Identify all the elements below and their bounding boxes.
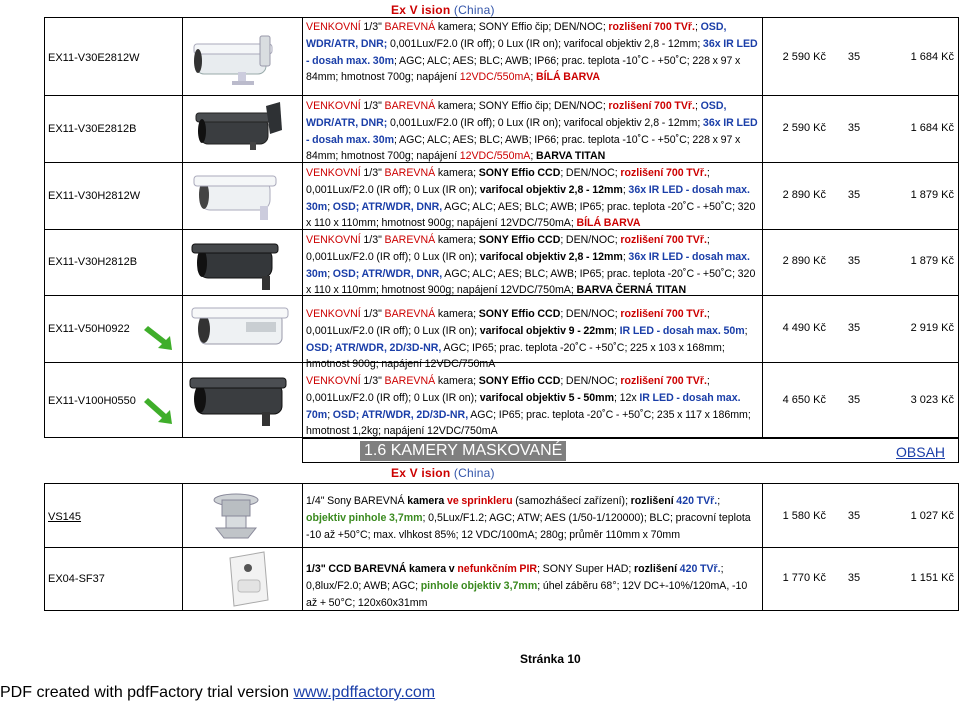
product-code: EX11-V30E2812W [48,52,140,64]
product-description: VENKOVNÍ 1/3" BAREVNÁ kamera; SONY Effio… [306,167,756,230]
bullet-camera-white-icon [193,175,277,220]
brand-name: Ex V ision [391,3,451,17]
brand-country: (China) [453,466,495,480]
quantity: 35 [847,322,861,334]
price-discount: 1 879 Kč [910,189,954,201]
price: 2 590 Kč [782,122,826,134]
footer-link[interactable]: www.pdffactory.com [293,684,435,701]
price-discount: 1 684 Kč [910,122,954,134]
pdf-footer: PDF created with pdfFactory trial versio… [0,684,435,702]
price: 2 890 Kč [782,255,826,267]
bullet-camera-black-icon [191,243,279,290]
price: 1 770 Kč [782,572,826,584]
product-description: 1/4" Sony BAREVNÁ kamera ve sprinkleru (… [306,495,751,541]
bullet-camera-black-icon [195,102,282,150]
product-code-link[interactable]: VS145 [48,510,81,524]
footer-text: PDF created with pdfFactory trial versio… [0,684,294,701]
brand-header: Ex V ision (China) [391,3,495,17]
quantity: 35 [847,122,861,134]
pir-camera-icon [229,551,269,607]
brand-name: Ex V ision [391,466,451,480]
page-number: Stránka 10 [520,652,581,666]
product-code: EX04-SF37 [48,573,105,585]
price-discount: 1 027 Kč [910,510,954,522]
product-code: EX11-V30E2812B [48,123,137,135]
product-description: VENKOVNÍ 1/3" BAREVNÁ kamera; SONY Effio… [306,308,748,371]
sprinkler-camera-icon [213,493,259,539]
price: 4 490 Kč [782,322,826,334]
product-description: VENKOVNÍ 1/3" BAREVNÁ kamera; SONY Effio… [306,21,758,84]
section-title: 1.6 KAMERY MASKOVANÉ [360,441,567,461]
product-code: EX11-V50H0922 [48,323,130,335]
product-description: VENKOVNÍ 1/3" BAREVNÁ kamera; SONY Effio… [306,234,756,297]
quantity: 35 [847,510,861,522]
product-code: EX11-V100H0550 [48,395,136,407]
price: 4 650 Kč [782,394,826,406]
brand-country: (China) [453,3,495,17]
product-description: 1/3" CCD BAREVNÁ kamera v nefunkčním PIR… [306,563,748,609]
bullet-camera-black-icon [144,377,287,426]
bullet-camera-white-icon [144,307,289,350]
product-description: VENKOVNÍ 1/3" BAREVNÁ kamera; SONY Effio… [306,100,758,163]
quantity: 35 [847,394,861,406]
price-discount: 1 879 Kč [910,255,954,267]
product-code: EX11-V30H2812B [48,256,138,268]
price-discount: 3 023 Kč [910,394,954,406]
price-discount: 1 684 Kč [910,51,954,63]
contents-link[interactable]: OBSAH [896,444,945,460]
price: 2 590 Kč [782,51,826,63]
quantity: 35 [847,189,861,201]
product-code: EX11-V30H2812W [48,190,141,202]
price: 2 890 Kč [782,189,826,201]
price: 1 580 Kč [782,510,826,522]
bullet-camera-white-icon [193,35,273,85]
quantity: 35 [847,255,861,267]
product-description: VENKOVNÍ 1/3" BAREVNÁ kamera; SONY Effio… [306,375,751,438]
quantity: 35 [847,572,861,584]
price-discount: 1 151 Kč [910,572,954,584]
quantity: 35 [847,51,861,63]
brand-section: Ex V ision (China) [391,466,495,480]
price-discount: 2 919 Kč [910,322,954,334]
